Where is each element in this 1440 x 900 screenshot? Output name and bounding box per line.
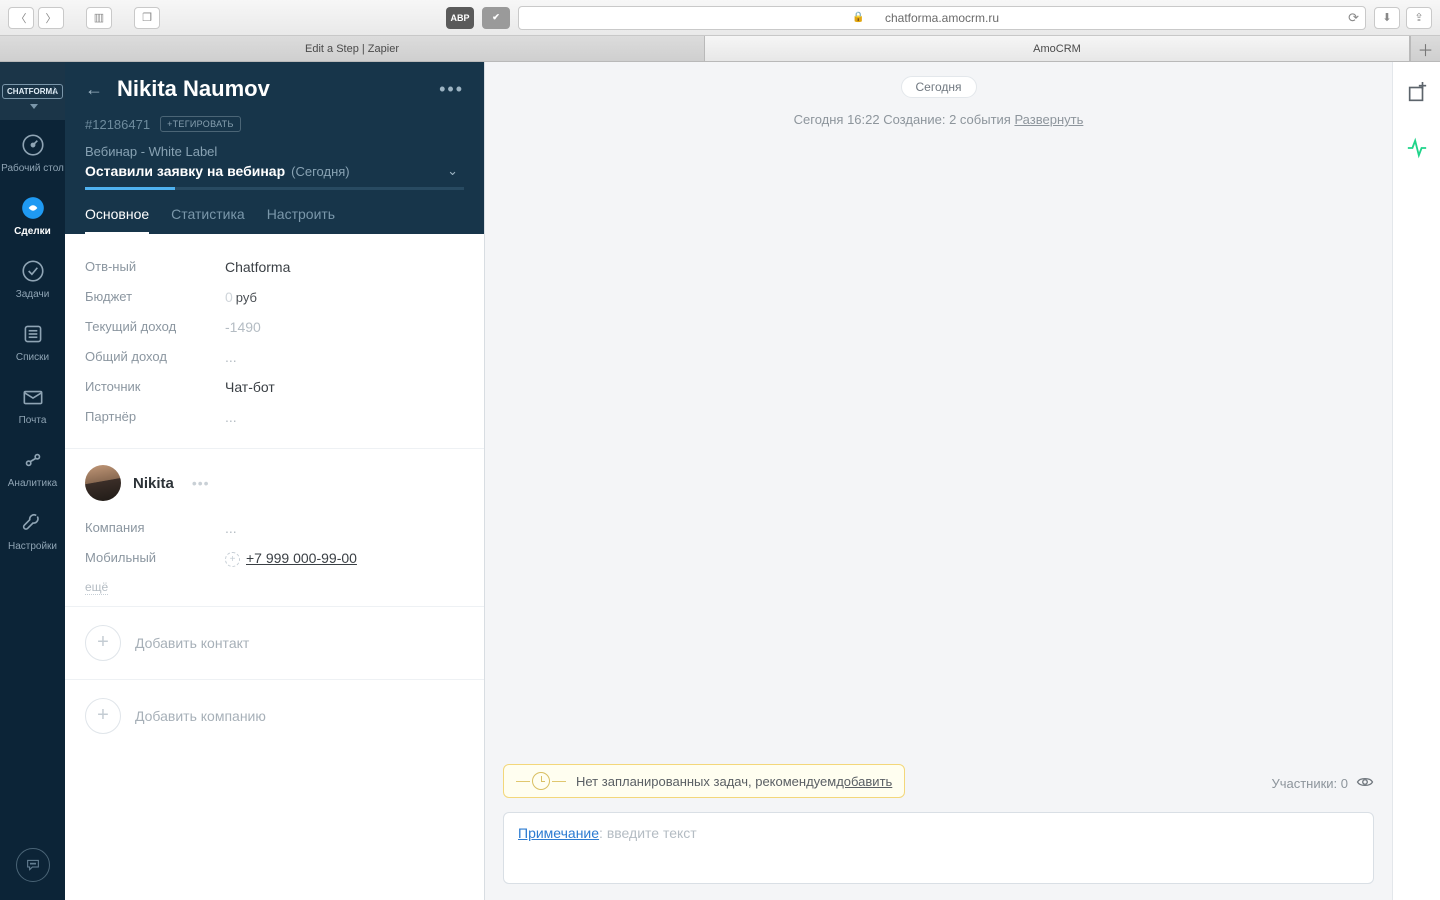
reload-icon[interactable]: ⟳ [1348,10,1359,26]
list-icon [20,321,46,347]
url-text: chatforma.amocrm.ru [885,11,999,25]
pipeline-name: Вебинар - White Label [85,144,464,159]
add-company-row[interactable]: + Добавить компанию [65,679,484,752]
analytics-icon [20,447,46,473]
sidebar-toggle[interactable]: ▥ [86,7,112,29]
task-banner: Нет запланированных задач, рекомендуем д… [503,764,905,798]
download-button[interactable]: ⬇ [1374,7,1400,29]
tabs-button[interactable]: ❐ [134,7,160,29]
browser-toolbar: 〈 〉 ▥ ❐ ABP ✔ 🔒 chatforma.amocrm.ru ⟳ ⬇ … [0,0,1440,36]
field-current-income: Текущий доход -1490 [85,312,464,342]
note-label[interactable]: Примечание [518,825,599,841]
field-total-income: Общий доход ... [85,342,464,372]
chevron-right-icon: 〉 [53,84,62,97]
tab-amocrm[interactable]: AmoCRM [705,36,1410,61]
deals-icon [20,195,46,221]
contact-more-icon[interactable]: ••• [192,475,210,491]
timeline-panel: Сегодня Сегодня 16:22 Создание: 2 событи… [485,62,1392,900]
share-button[interactable]: ⇪ [1406,7,1432,29]
participants[interactable]: Участники: 0 [1271,773,1374,794]
stage-name[interactable]: Оставили заявку на вебинар [85,163,285,179]
check-icon [20,258,46,284]
shield-button[interactable]: ✔ [482,7,510,29]
stage-date: (Сегодня) [291,164,349,179]
lead-fields: Отв-ный Chatforma Бюджет 0руб Текущий до… [65,234,484,438]
field-budget: Бюджет 0руб [85,282,464,312]
plus-icon: + [85,698,121,734]
stage-progress [85,187,464,190]
lead-header: ← Nikita Naumov ••• #12186471 +ТЕГИРОВАТ… [65,62,484,234]
lead-panel: ← Nikita Naumov ••• #12186471 +ТЕГИРОВАТ… [65,62,485,900]
today-pill: Сегодня [901,76,977,98]
contact-company: Компания ... [85,513,464,543]
add-task-link[interactable]: добавить [836,774,892,789]
wrench-icon [20,510,46,536]
tab-stats[interactable]: Статистика [171,206,245,234]
contact-name[interactable]: Nikita [133,475,174,492]
nav-mail[interactable]: Почта [0,372,65,435]
eye-icon[interactable] [1356,773,1374,794]
abp-button[interactable]: ABP [446,7,474,29]
field-source: Источник Чат-бот [85,372,464,402]
add-contact-row[interactable]: + Добавить контакт [65,606,484,679]
add-widget-icon[interactable] [1406,82,1428,109]
url-bar[interactable]: 🔒 chatforma.amocrm.ru ⟳ [518,6,1366,30]
tab-setup[interactable]: Настроить [267,206,335,234]
contact-block: Nikita ••• Компания ... Мобильный ++7 99… [65,448,484,606]
nav-settings[interactable]: Настройки [0,498,65,561]
lock-icon: 🔒 [852,12,864,23]
tag-button[interactable]: +ТЕГИРОВАТЬ [160,116,241,132]
plus-icon: + [85,625,121,661]
forward-button[interactable]: 〉 [38,7,64,29]
lead-name[interactable]: Nikita Naumov [117,76,425,102]
field-partner: Партнёр ... [85,402,464,432]
mail-icon [20,384,46,410]
lead-id: #12186471 [85,117,150,132]
nav-desktop[interactable]: Рабочий стол [0,120,65,183]
phone-link[interactable]: +7 999 000-99-00 [246,550,357,566]
chat-icon[interactable] [16,848,50,882]
nav-tasks[interactable]: Задачи [0,246,65,309]
expand-link[interactable]: Развернуть [1014,112,1083,127]
field-responsible: Отв-ный Chatforma [85,252,464,282]
contact-mobile: Мобильный ++7 999 000-99-00 [85,543,464,574]
tab-bar: Edit a Step | Zapier AmoCRM ＋ [0,36,1440,62]
chevron-down-icon[interactable]: ⌄ [447,163,458,179]
note-input[interactable]: Примечание: введите текст [503,812,1374,884]
nav-lists[interactable]: Списки [0,309,65,372]
clock-icon [516,772,566,790]
logo[interactable]: CHATFORMA 〉 [0,62,65,120]
nav-deals[interactable]: Сделки [0,183,65,246]
back-icon[interactable]: ← [85,79,103,100]
nav-analytics[interactable]: Аналитика [0,435,65,498]
back-button[interactable]: 〈 [8,7,34,29]
activity-icon[interactable] [1406,137,1428,164]
add-phone-icon[interactable]: + [225,552,240,567]
more-icon[interactable]: ••• [439,79,464,100]
tab-main[interactable]: Основное [85,206,149,234]
gauge-icon [20,132,46,158]
event-summary: Сегодня 16:22 Создание: 2 события Развер… [794,112,1084,127]
left-nav: CHATFORMA 〉 Рабочий стол Сделки Задачи С… [0,62,65,900]
new-tab-button[interactable]: ＋ [1410,36,1440,61]
tab-zapier[interactable]: Edit a Step | Zapier [0,36,705,61]
right-rail [1392,62,1440,900]
show-more-link[interactable]: ещё [85,580,108,595]
contact-avatar[interactable] [85,465,121,501]
